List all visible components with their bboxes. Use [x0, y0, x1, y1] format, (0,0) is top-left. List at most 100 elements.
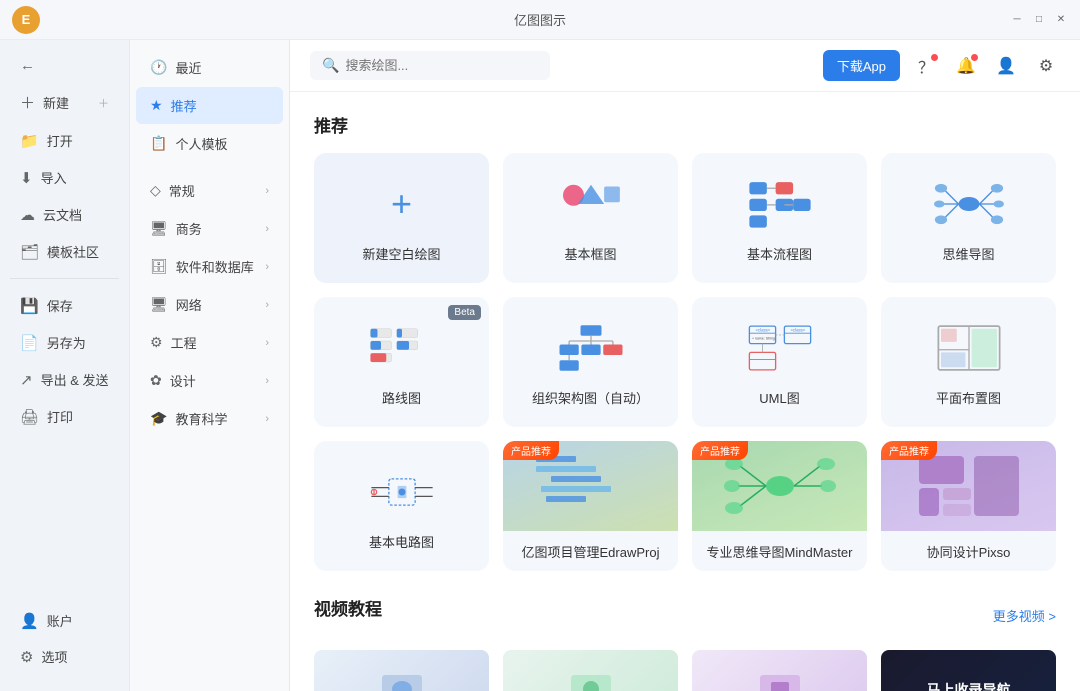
video-thumbnail-3 [755, 670, 805, 691]
nav-item-network[interactable]: 🖥 网络 › [136, 286, 283, 323]
export-icon: ↗ [20, 371, 33, 389]
sidebar-item-export[interactable]: ↗ 导出 & 发送 [6, 362, 123, 397]
regular-icon: ◇ [150, 182, 161, 199]
design-icon: ✿ [150, 372, 162, 389]
product-recommend-badge: 产品推荐 [503, 441, 559, 460]
chevron-right-icon: › [265, 223, 269, 235]
sidebar-item-save[interactable]: 💾 保存 [6, 288, 123, 323]
card-label-new: 新建空白绘图 [362, 244, 440, 263]
avatar[interactable]: E [12, 6, 40, 34]
sidebar-item-new[interactable]: ＋ 新建 ＋ [6, 84, 123, 121]
sidebar-bottom: 👤 账户 ⚙ 选项 [0, 602, 129, 683]
gear-icon: ⚙ [1039, 56, 1053, 76]
topbar-actions: 下载App ？ 🔔 👤 ⚙ [823, 50, 1060, 81]
gear-button[interactable]: ⚙ [1032, 52, 1060, 80]
video-card-2[interactable] [503, 650, 678, 691]
nav-item-education[interactable]: 🎓 教育科学 › [136, 400, 283, 437]
card-label-uml: UML图 [759, 388, 799, 407]
content-topbar: 🔍 下载App ？ 🔔 👤 ⚙ [290, 40, 1080, 92]
nav-item-software-db[interactable]: 🗄 软件和数据库 › [136, 248, 283, 285]
template-card-uml[interactable]: «class» + name: String «class» UML图 [692, 297, 867, 427]
uml-diagram-icon: «class» + name: String «class» [745, 318, 815, 378]
card-label-circuit: 基本电路图 [369, 532, 434, 551]
card-label-org: 组织架构图（自动） [532, 388, 649, 407]
chevron-right-icon: › [265, 185, 269, 197]
nav-item-design[interactable]: ✿ 设计 › [136, 362, 283, 399]
chevron-right-icon: › [265, 375, 269, 387]
nav-item-regular[interactable]: ◇ 常规 › [136, 172, 283, 209]
main-layout: ← ＋ 新建 ＋ 📁 打开 ⬇ 导入 ☁ 云文档 🗂 模板社区 💾 保存 [0, 40, 1080, 691]
chevron-right-icon: › [265, 299, 269, 311]
search-box[interactable]: 🔍 [310, 51, 550, 80]
sidebar-item-templates[interactable]: 🗂 模板社区 [6, 234, 123, 269]
video-card-3[interactable] [692, 650, 867, 691]
sidebar-item-save-as[interactable]: 📄 另存为 [6, 325, 123, 360]
frame-diagram-icon [556, 174, 626, 234]
personal-icon: 📋 [150, 135, 167, 152]
save-as-icon: 📄 [20, 334, 39, 352]
video-card-1[interactable] [314, 650, 489, 691]
card-label-frame: 基本框图 [564, 244, 616, 263]
sidebar-item-cloud[interactable]: ☁ 云文档 [6, 197, 123, 232]
template-card-new[interactable]: + 新建空白绘图 [314, 153, 489, 283]
notification-badge [931, 54, 938, 61]
template-card-frame[interactable]: 基本框图 [503, 153, 678, 283]
card-label-pixso: 协同设计Pixso [927, 542, 1011, 571]
card-label-floorplan: 平面布置图 [936, 388, 1001, 407]
template-card-mindmaster[interactable]: 产品推荐 [692, 441, 867, 571]
sidebar-item-print[interactable]: 🖨 打印 [6, 399, 123, 434]
content-area: 🔍 下载App ？ 🔔 👤 ⚙ [290, 40, 1080, 691]
bell-badge [971, 54, 978, 61]
video-section-title: 视频教程 [314, 595, 382, 620]
maximize-button[interactable]: □ [1032, 13, 1046, 27]
user-icon: 👤 [996, 56, 1016, 76]
import-icon: ⬇ [20, 169, 33, 187]
sidebar-item-open[interactable]: 📁 打开 [6, 123, 123, 158]
nav-item-personal[interactable]: 📋 个人模板 [136, 125, 283, 162]
beta-badge: Beta [448, 305, 481, 320]
new-icon: ＋ [20, 92, 35, 113]
product-recommend-badge-3: 产品推荐 [881, 441, 937, 460]
nav-item-recent[interactable]: 🕐 最近 [136, 49, 283, 86]
sidebar-item-import[interactable]: ⬇ 导入 [6, 160, 123, 195]
template-icon: 🗂 [20, 243, 39, 261]
close-button[interactable]: ✕ [1054, 13, 1068, 27]
nav-item-recommend[interactable]: ★ 推荐 [136, 87, 283, 124]
sidebar-item-account[interactable]: 👤 账户 [6, 603, 123, 638]
window-controls: ─ □ ✕ [1010, 13, 1068, 27]
video-thumbnail-2 [566, 670, 616, 691]
route-diagram-icon [367, 318, 437, 378]
minimize-button[interactable]: ─ [1010, 13, 1024, 27]
search-input[interactable] [345, 58, 538, 73]
sidebar-divider [10, 278, 119, 279]
sidebar-item-back[interactable]: ← [6, 49, 123, 82]
floorplan-diagram-icon [934, 318, 1004, 378]
more-videos-link[interactable]: 更多视频 > [993, 606, 1056, 625]
chevron-right-icon: › [265, 261, 269, 273]
template-card-route[interactable]: Beta [314, 297, 489, 427]
template-card-floorplan[interactable]: 平面布置图 [881, 297, 1056, 427]
network-icon: 🖥 [150, 296, 168, 313]
help-button[interactable]: ？ [912, 52, 940, 80]
svg-text:«class»: «class» [790, 327, 805, 332]
recommend-section-title: 推荐 [314, 112, 1056, 137]
template-card-flow[interactable]: 基本流程图 [692, 153, 867, 283]
video-thumbnail-1 [377, 670, 427, 691]
content-scroll: 推荐 + 新建空白绘图 [290, 92, 1080, 691]
template-card-edrawproj[interactable]: 产品推荐 亿图项目管理EdrawProj [503, 441, 678, 571]
nav-item-engineering[interactable]: ⚙ 工程 › [136, 324, 283, 361]
search-icon: 🔍 [322, 57, 339, 74]
sidebar-item-settings[interactable]: ⚙ 选项 [6, 639, 123, 674]
nav-item-business[interactable]: 🖥 商务 › [136, 210, 283, 247]
template-card-pixso[interactable]: 产品推荐 协同设计Pixso [881, 441, 1056, 571]
card-label-edrawproj: 亿图项目管理EdrawProj [522, 542, 660, 571]
template-card-org[interactable]: 组织架构图（自动） [503, 297, 678, 427]
notification-button[interactable]: 🔔 [952, 52, 980, 80]
template-card-circuit[interactable]: 基本电路图 [314, 441, 489, 571]
user-button[interactable]: 👤 [992, 52, 1020, 80]
software-db-icon: 🗄 [150, 258, 168, 275]
video-card-4[interactable]: 马上收录导航 [881, 650, 1056, 691]
mindmap-diagram-icon [934, 174, 1004, 234]
download-app-button[interactable]: 下载App [823, 50, 900, 81]
template-card-mindmap[interactable]: 思维导图 [881, 153, 1056, 283]
